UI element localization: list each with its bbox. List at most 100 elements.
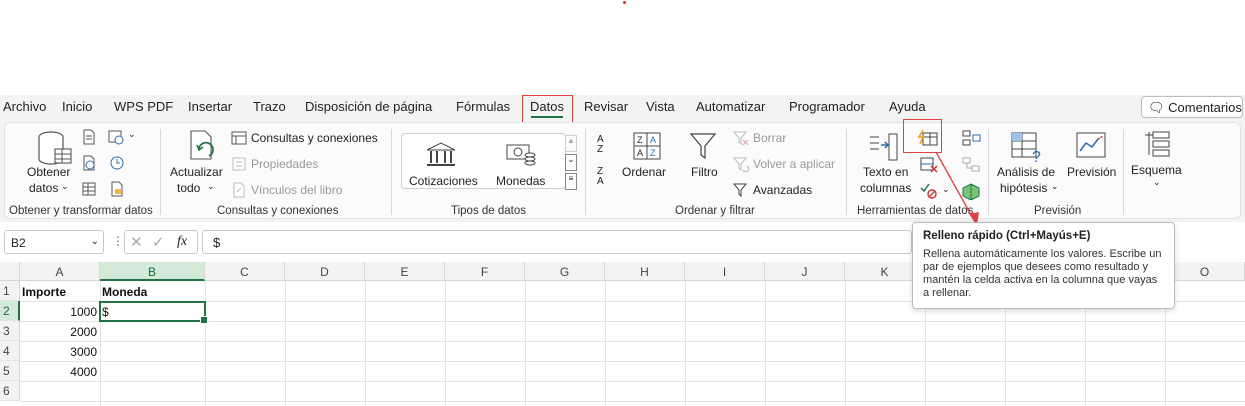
get-data-label-1[interactable]: Obtener bbox=[27, 165, 70, 179]
properties-button[interactable]: Propiedades bbox=[251, 157, 318, 171]
select-all-corner[interactable] bbox=[0, 262, 20, 281]
forecast-sheet-button[interactable]: Previsión bbox=[1067, 165, 1116, 179]
data-validation-icon[interactable] bbox=[919, 182, 939, 200]
cell-a5[interactable]: 4000 bbox=[22, 362, 97, 382]
tab-wps-pdf[interactable]: WPS PDF bbox=[114, 99, 173, 114]
column-header-b[interactable]: B bbox=[100, 262, 205, 281]
text-to-columns-label-1[interactable]: Texto en bbox=[863, 165, 908, 179]
comments-button[interactable]: 🗨 Comentarios bbox=[1141, 96, 1243, 118]
formula-input[interactable]: $ bbox=[202, 230, 912, 254]
column-header-d[interactable]: D bbox=[285, 262, 365, 281]
stocks-button[interactable]: Cotizaciones bbox=[409, 174, 478, 188]
flash-fill-highlight bbox=[903, 119, 942, 153]
row-header-6[interactable]: 6 bbox=[0, 381, 20, 401]
tab-formulas[interactable]: Fórmulas bbox=[456, 99, 510, 114]
tab-insertar[interactable]: Insertar bbox=[188, 99, 232, 114]
gallery-expand[interactable]: ≡ bbox=[565, 173, 577, 190]
currencies-icon[interactable] bbox=[505, 141, 537, 167]
outline-button[interactable]: Esquema bbox=[1131, 163, 1182, 177]
cell-a2[interactable]: 1000 bbox=[22, 302, 97, 322]
comments-label: Comentarios bbox=[1168, 100, 1242, 115]
chevron-down-icon: ⌄ bbox=[1153, 177, 1161, 187]
sort-descending-icon[interactable]: ZA bbox=[597, 167, 615, 191]
gallery-scroll-down[interactable]: ⌄ bbox=[565, 154, 577, 171]
outline-icon[interactable] bbox=[1143, 129, 1173, 159]
tab-automatizar[interactable]: Automatizar bbox=[696, 99, 765, 114]
column-header-h[interactable]: H bbox=[605, 262, 685, 281]
reapply-button[interactable]: Volver a aplicar bbox=[753, 157, 835, 171]
svg-text:?: ? bbox=[1032, 149, 1041, 163]
tab-ayuda[interactable]: Ayuda bbox=[889, 99, 926, 114]
database-icon[interactable] bbox=[35, 129, 75, 167]
name-box[interactable]: B2 ⌄ bbox=[4, 230, 104, 254]
column-header-e[interactable]: E bbox=[365, 262, 445, 281]
row-header-3[interactable]: 3 bbox=[0, 321, 20, 341]
web-icon[interactable] bbox=[81, 155, 97, 171]
enter-icon[interactable]: ✓ bbox=[152, 233, 165, 251]
what-if-label-2[interactable]: hipótesis bbox=[1000, 181, 1047, 195]
column-header-g[interactable]: G bbox=[525, 262, 605, 281]
row-header-5[interactable]: 5 bbox=[0, 361, 20, 381]
clear-button[interactable]: Borrar bbox=[753, 131, 786, 145]
cancel-icon[interactable]: ✕ bbox=[130, 233, 143, 251]
cell-a3[interactable]: 2000 bbox=[22, 322, 97, 342]
column-header-c[interactable]: C bbox=[205, 262, 285, 281]
group-separator bbox=[391, 129, 392, 215]
advanced-button[interactable]: Avanzadas bbox=[753, 183, 812, 197]
refresh-all-label-2[interactable]: todo bbox=[177, 181, 200, 195]
insert-function-button[interactable]: fx bbox=[177, 234, 187, 250]
grid-line bbox=[605, 281, 606, 406]
tab-inicio[interactable]: Inicio bbox=[62, 99, 92, 114]
clock-icon[interactable] bbox=[109, 155, 125, 171]
row-header-4[interactable]: 4 bbox=[0, 341, 20, 361]
tab-programador[interactable]: Programador bbox=[789, 99, 865, 114]
more-options-icon[interactable]: ⋮ bbox=[112, 234, 124, 248]
column-header-j[interactable]: J bbox=[765, 262, 845, 281]
forecast-sheet-icon[interactable] bbox=[1075, 131, 1107, 161]
column-header-i[interactable]: I bbox=[685, 262, 765, 281]
stocks-icon[interactable] bbox=[425, 141, 457, 167]
comment-icon: 🗨 bbox=[1148, 100, 1165, 115]
queries-connections-button[interactable]: Consultas y conexiones bbox=[251, 131, 378, 145]
tab-vista[interactable]: Vista bbox=[646, 99, 675, 114]
column-header-o[interactable]: O bbox=[1165, 262, 1245, 281]
row-header-1[interactable]: 1 bbox=[0, 281, 20, 301]
row-header-2[interactable]: 2 bbox=[0, 301, 20, 321]
currencies-button[interactable]: Monedas bbox=[496, 174, 545, 188]
what-if-label-1[interactable]: Análisis de bbox=[997, 165, 1055, 179]
text-file-icon[interactable] bbox=[81, 129, 97, 145]
svg-text:A: A bbox=[637, 148, 643, 158]
sort-ascending-icon[interactable]: AZ bbox=[597, 135, 615, 159]
filter-button[interactable]: Filtro bbox=[691, 165, 718, 179]
table-icon[interactable] bbox=[81, 181, 97, 197]
cell-a1[interactable]: Importe bbox=[22, 282, 98, 302]
active-cell-selection[interactable] bbox=[99, 301, 208, 324]
cell-a4[interactable]: 3000 bbox=[22, 342, 97, 362]
gallery-scroll-up[interactable]: ▲ bbox=[565, 135, 577, 152]
sort-dialog-icon[interactable]: Z A A Z bbox=[632, 131, 662, 161]
tab-archivo[interactable]: Archivo bbox=[3, 99, 46, 114]
text-to-columns-label-2[interactable]: columnas bbox=[860, 181, 911, 195]
workbook-links-button[interactable]: Vínculos del libro bbox=[251, 183, 342, 197]
existing-connections-icon[interactable] bbox=[109, 181, 125, 197]
queries-connections-icon[interactable] bbox=[231, 130, 247, 146]
what-if-analysis-icon[interactable]: ? bbox=[1010, 131, 1044, 163]
column-header-a[interactable]: A bbox=[20, 262, 100, 281]
refresh-all-label-1[interactable]: Actualizar bbox=[170, 165, 223, 179]
tab-revisar[interactable]: Revisar bbox=[584, 99, 628, 114]
relationships-icon bbox=[962, 157, 980, 172]
cell-b1[interactable]: Moneda bbox=[102, 282, 202, 302]
tab-disposicion-pagina[interactable]: Disposición de página bbox=[305, 99, 432, 114]
consolidate-icon[interactable] bbox=[961, 129, 981, 147]
advanced-filter-icon[interactable] bbox=[732, 182, 750, 198]
data-model-icon[interactable] bbox=[961, 182, 981, 200]
menu-bar: Archivo Inicio WPS PDF Insertar Trazo Di… bbox=[0, 95, 1245, 122]
sort-button[interactable]: Ordenar bbox=[622, 165, 666, 179]
tab-trazo[interactable]: Trazo bbox=[253, 99, 286, 114]
column-header-f[interactable]: F bbox=[445, 262, 525, 281]
get-data-label-2[interactable]: datos bbox=[29, 181, 58, 195]
text-to-columns-icon[interactable] bbox=[867, 131, 901, 163]
remove-duplicates-icon[interactable] bbox=[919, 156, 939, 174]
filter-icon[interactable] bbox=[688, 131, 718, 161]
refresh-all-icon[interactable] bbox=[185, 129, 221, 165]
